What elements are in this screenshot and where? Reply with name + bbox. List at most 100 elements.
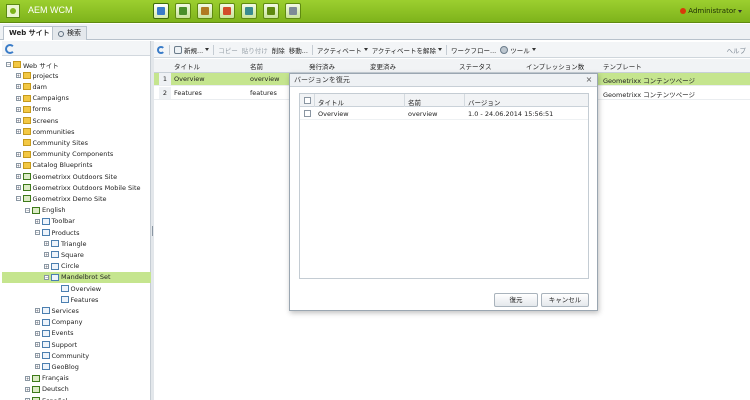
expand-toggle-icon[interactable]: − xyxy=(6,62,11,67)
expand-toggle-icon[interactable]: + xyxy=(15,118,21,123)
tab-search[interactable]: 検索 xyxy=(52,26,87,40)
delete-button[interactable]: 削除 xyxy=(272,45,285,55)
expand-toggle-icon[interactable]: + xyxy=(15,106,21,112)
tree-item[interactable]: + projects xyxy=(2,70,58,81)
tools-console-icon[interactable] xyxy=(197,3,213,19)
expand-toggle-icon[interactable]: + xyxy=(34,353,40,359)
tree-item[interactable]: + Geometrixx Outdoors Mobile Site xyxy=(2,182,141,193)
tree-item[interactable]: + Support xyxy=(2,339,77,350)
tree-item[interactable]: − Products xyxy=(2,227,80,238)
expand-toggle-icon[interactable]: + xyxy=(15,129,21,135)
refresh-icon[interactable] xyxy=(5,44,15,54)
assets-console-icon[interactable] xyxy=(175,3,191,19)
expand-toggle-icon[interactable]: + xyxy=(44,241,49,247)
tree-item[interactable]: + Community xyxy=(2,350,89,361)
expand-toggle-icon[interactable]: + xyxy=(15,73,21,79)
tree-item[interactable]: Community Sites xyxy=(2,137,88,148)
tree-item[interactable]: + Company xyxy=(2,317,82,328)
tree-item[interactable]: Features xyxy=(2,294,98,305)
aem-logo-icon xyxy=(6,4,20,18)
tree-item[interactable]: + Geometrixx Outdoors Site xyxy=(2,171,117,182)
expand-toggle-icon[interactable]: + xyxy=(34,319,40,325)
tools-button[interactable]: ツール xyxy=(500,45,536,55)
expand-toggle-icon[interactable]: − xyxy=(15,196,21,202)
paste-button[interactable]: 貼り付け xyxy=(242,45,268,55)
column-header-name[interactable]: 名前 xyxy=(250,61,263,71)
move-button[interactable]: 移動... xyxy=(289,45,308,55)
tree-item[interactable]: + forms xyxy=(2,104,51,115)
expand-toggle-icon[interactable]: + xyxy=(34,308,40,314)
tree-item[interactable]: − English xyxy=(2,205,65,216)
restore-button[interactable]: 復元 xyxy=(494,293,538,307)
expand-toggle-icon[interactable]: + xyxy=(44,252,49,258)
tree-item[interactable]: + Français xyxy=(2,373,69,384)
column-header-title[interactable]: タイトル xyxy=(174,61,200,71)
tree-item[interactable]: − Mandelbrot Set xyxy=(2,271,151,283)
tree-item[interactable]: − Web サイト xyxy=(2,59,59,70)
expand-toggle-icon[interactable]: − xyxy=(25,207,30,213)
tree-item[interactable]: + communities xyxy=(2,126,75,137)
version-column-version[interactable]: バージョン xyxy=(468,97,500,107)
tree-item[interactable]: Overview xyxy=(2,283,101,294)
tree-item[interactable]: + Triangle xyxy=(2,238,87,249)
tree-item[interactable]: + Catalog Blueprints xyxy=(2,160,93,171)
top-bar: AEM WCM Administrator xyxy=(0,0,750,23)
copy-button[interactable]: コピー xyxy=(218,45,238,55)
inbox-console-icon[interactable] xyxy=(285,3,301,19)
expand-toggle-icon[interactable]: + xyxy=(15,174,21,179)
deactivate-button[interactable]: アクティベートを解除 xyxy=(372,45,442,55)
expand-toggle-icon[interactable]: + xyxy=(25,375,30,381)
workflow-console-icon[interactable] xyxy=(263,3,279,19)
gear-icon xyxy=(500,45,509,54)
new-button-label: 新規... xyxy=(184,46,204,55)
tree-item[interactable]: + GeoBlog xyxy=(2,361,79,372)
expand-toggle-icon[interactable]: + xyxy=(44,263,49,269)
expand-toggle-icon[interactable]: + xyxy=(15,185,21,191)
expand-toggle-icon[interactable]: + xyxy=(15,84,21,90)
column-header-status[interactable]: ステータス xyxy=(459,61,492,71)
tree-item[interactable]: + dam xyxy=(2,81,47,92)
tree-item[interactable]: +Español xyxy=(2,395,68,400)
tree-item[interactable]: + Community Components xyxy=(2,149,113,160)
activate-button[interactable]: アクティベート xyxy=(317,45,368,55)
tree-item[interactable]: − Geometrixx Demo Site xyxy=(2,193,107,204)
expand-toggle-icon[interactable]: + xyxy=(15,95,21,101)
expand-toggle-icon[interactable]: + xyxy=(34,342,40,347)
help-link[interactable]: ヘルプ xyxy=(727,45,747,55)
expand-toggle-icon[interactable]: + xyxy=(15,151,21,157)
version-row-checkbox[interactable] xyxy=(304,110,311,117)
refresh-icon[interactable] xyxy=(157,45,165,54)
column-header-template[interactable]: テンプレート xyxy=(603,61,642,71)
expand-toggle-icon[interactable]: + xyxy=(25,386,30,392)
tree-item[interactable]: + Campaigns xyxy=(2,93,69,104)
tab-websites[interactable]: Web サイト xyxy=(3,26,56,40)
tree-item[interactable]: + Toolbar xyxy=(2,216,75,227)
expand-toggle-icon[interactable]: + xyxy=(34,364,40,370)
expand-toggle-icon[interactable]: − xyxy=(44,274,49,280)
tree-item[interactable]: + Screens xyxy=(2,115,58,126)
tree-item[interactable]: + Deutsch xyxy=(2,384,69,395)
cancel-button[interactable]: キャンセル xyxy=(541,293,589,307)
select-all-checkbox[interactable] xyxy=(304,97,311,104)
close-icon[interactable]: × xyxy=(585,76,593,84)
tree-item[interactable]: + Square xyxy=(2,249,84,260)
expand-toggle-icon[interactable]: − xyxy=(34,230,40,235)
users-console-icon[interactable] xyxy=(241,3,257,19)
version-column-name[interactable]: 名前 xyxy=(408,97,421,107)
version-row[interactable]: Overview overview 1.0 - 24.06.2014 15:56… xyxy=(300,107,588,120)
column-header-impressions[interactable]: インプレッション数 xyxy=(526,61,584,71)
user-menu[interactable]: Administrator xyxy=(680,7,742,15)
expand-toggle-icon[interactable]: + xyxy=(34,330,40,336)
tree-item[interactable]: + Circle xyxy=(2,261,79,272)
column-header-modified[interactable]: 変更済み xyxy=(370,61,396,71)
expand-toggle-icon[interactable]: + xyxy=(34,218,40,224)
new-button[interactable]: 新規... xyxy=(174,45,210,55)
websites-console-icon[interactable] xyxy=(153,3,169,19)
column-header-published[interactable]: 発行済み xyxy=(309,61,335,71)
tree-item[interactable]: + Services xyxy=(2,305,79,316)
workflow-button[interactable]: ワークフロー... xyxy=(451,45,496,55)
expand-toggle-icon[interactable]: + xyxy=(15,162,21,168)
tree-item[interactable]: + Events xyxy=(2,328,74,339)
tagging-console-icon[interactable] xyxy=(219,3,235,19)
version-column-title[interactable]: タイトル xyxy=(318,97,344,107)
